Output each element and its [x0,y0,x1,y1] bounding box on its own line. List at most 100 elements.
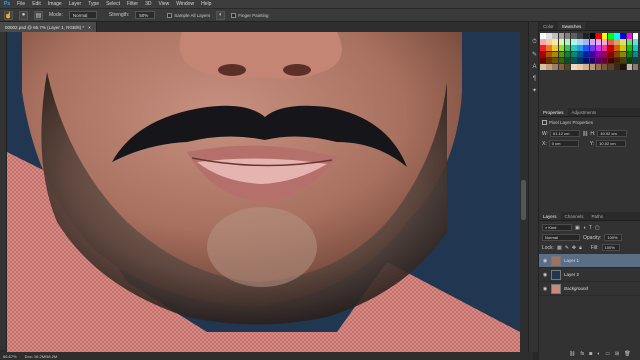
character-icon[interactable]: A [530,62,539,71]
color-swatch[interactable] [564,63,571,70]
filter-pixel-icon[interactable]: ▣ [575,225,580,231]
menu-view[interactable]: View [159,1,170,7]
document-canvas[interactable] [7,32,520,352]
tab-paths[interactable]: Paths [588,212,608,220]
color-swatch[interactable] [583,39,589,45]
color-swatch[interactable] [564,45,571,51]
color-swatch[interactable] [564,39,571,45]
color-swatch[interactable] [608,63,614,70]
color-swatch[interactable] [626,39,633,45]
zoom-level[interactable]: 66.67% [3,354,17,359]
filter-type-icon[interactable]: T [589,225,592,231]
color-swatch[interactable] [608,45,614,51]
color-swatch[interactable] [558,51,565,58]
close-tab-icon[interactable]: × [88,25,91,30]
color-swatch[interactable] [626,45,633,51]
menu-type[interactable]: Type [88,1,99,7]
filter-adjustment-icon[interactable]: ◑ [583,225,586,231]
color-swatch[interactable] [614,51,620,58]
x-field[interactable]: 0 cm [548,140,579,147]
color-swatch[interactable] [570,39,577,45]
color-swatch[interactable] [589,51,596,58]
color-swatch[interactable] [626,63,633,70]
color-swatch[interactable] [583,33,589,39]
color-swatch[interactable] [558,33,565,39]
color-swatch[interactable] [589,39,596,45]
color-swatch[interactable] [570,33,577,39]
color-swatch[interactable] [608,57,614,64]
trash-icon[interactable]: 🗑︎ [624,351,630,357]
color-swatch[interactable] [595,51,602,58]
tab-swatches[interactable]: Swatches [557,22,586,30]
sample-all-layers-checkbox[interactable]: Sample All Layers [167,12,210,18]
color-swatch[interactable] [583,51,589,58]
color-swatch[interactable] [614,39,620,45]
color-swatch[interactable] [570,57,577,64]
color-swatch[interactable] [570,51,577,58]
filter-shape-icon[interactable]: ▢ [595,225,600,231]
layer-row[interactable]: ◉ Background [539,282,640,296]
color-swatch[interactable] [583,57,589,64]
color-swatch[interactable] [577,45,583,51]
color-swatch[interactable] [608,33,614,39]
color-swatch[interactable] [632,57,639,64]
strength-input[interactable]: 50% [135,11,156,19]
color-swatch[interactable] [546,63,552,70]
color-swatch[interactable] [552,63,558,70]
tab-properties[interactable]: Properties [539,108,568,116]
tab-layers[interactable]: Layers [539,212,561,220]
blend-mode-select[interactable]: Normal [542,234,580,241]
y-field[interactable]: 10.02 cm [596,140,627,147]
menu-filter[interactable]: Filter [127,1,138,7]
color-swatch[interactable] [577,33,583,39]
paragraph-icon[interactable]: ¶ [530,74,539,83]
tab-channels[interactable]: Channels [561,212,588,220]
height-field[interactable]: 40.02 cm [597,130,628,137]
color-swatch[interactable] [540,33,546,39]
layer-kind-filter[interactable]: ⌕ Kind [542,224,572,231]
color-swatch[interactable] [595,63,602,70]
color-swatch[interactable] [577,51,583,58]
color-swatch[interactable] [601,63,608,70]
mask-icon[interactable]: ◙ [589,351,592,357]
color-swatch[interactable] [558,57,565,64]
visibility-eye-icon[interactable]: ◉ [542,272,548,278]
fx-icon[interactable]: fx [580,351,584,357]
brush-settings-icon[interactable]: ✎ [530,50,539,59]
color-swatch[interactable] [620,33,627,39]
lock-pixels-icon[interactable]: ✎ [565,245,569,251]
color-swatch[interactable] [552,51,558,58]
finger-painting-checkbox[interactable]: Finger Painting [231,12,269,18]
layer-row[interactable]: ◉ Layer 1 [539,254,640,268]
color-swatch[interactable] [608,51,614,58]
color-swatch[interactable] [558,63,565,70]
color-swatch[interactable] [589,63,596,70]
color-swatch[interactable] [552,33,558,39]
color-swatch[interactable] [632,51,639,58]
color-swatch[interactable] [564,57,571,64]
color-swatch[interactable] [595,45,602,51]
opacity-field[interactable]: 100% [604,234,623,241]
width-field[interactable]: 61.12 cm [550,130,581,137]
tool-presets-icon[interactable]: ✦ [530,86,539,95]
color-swatch[interactable] [620,45,627,51]
brush-preset-picker[interactable]: ● [19,10,28,20]
color-swatch[interactable] [620,51,627,58]
new-layer-icon[interactable]: ⊞ [615,351,619,357]
color-swatch[interactable] [583,63,589,70]
fill-field[interactable]: 100% [601,244,620,251]
history-icon[interactable]: ⏱ [530,38,539,47]
color-swatch[interactable] [564,51,571,58]
color-swatch[interactable] [608,39,614,45]
color-swatch[interactable] [540,45,546,51]
menu-layer[interactable]: Layer [69,1,82,7]
menu-window[interactable]: Window [176,1,194,7]
tab-adjustments[interactable]: Adjustments [568,108,601,116]
color-swatch[interactable] [595,39,602,45]
color-swatch[interactable] [589,33,596,39]
color-swatch[interactable] [632,63,639,70]
color-swatch[interactable] [570,63,577,70]
color-swatch[interactable] [552,45,558,51]
color-swatch[interactable] [546,39,552,45]
color-swatch[interactable] [632,33,639,39]
